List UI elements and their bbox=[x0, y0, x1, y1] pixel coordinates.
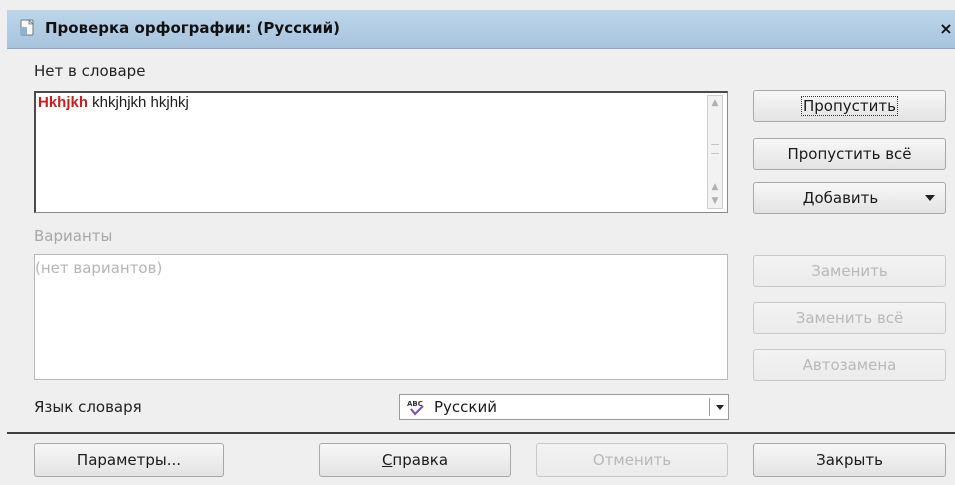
dictionary-language-label: Язык словаря bbox=[34, 398, 142, 416]
scroll-thumb[interactable] bbox=[711, 144, 719, 154]
dialog-title: Проверка орфографии: (Русский) bbox=[45, 19, 341, 37]
replace-button[interactable]: Заменить bbox=[753, 255, 946, 287]
add-button[interactable]: Добавить bbox=[753, 182, 946, 214]
language-select[interactable]: ABC Русский bbox=[399, 394, 729, 420]
scroll-up-icon[interactable]: ▲ bbox=[708, 96, 722, 110]
options-button[interactable]: Параметры... bbox=[34, 443, 224, 477]
help-rest: правка bbox=[392, 451, 449, 469]
close-label: Закрыть bbox=[816, 451, 883, 469]
help-mnemonic: С bbox=[381, 451, 393, 469]
ignore-all-label: Пропустить всё bbox=[787, 145, 912, 163]
not-in-dictionary-label: Нет в словаре bbox=[34, 62, 146, 80]
ignore-button[interactable]: Пропустить bbox=[753, 90, 946, 122]
ignore-all-button[interactable]: Пропустить всё bbox=[753, 138, 946, 170]
close-button[interactable]: Закрыть bbox=[753, 443, 946, 477]
textbox-scrollbar[interactable]: ▲ ▲ ▼ bbox=[707, 95, 723, 209]
chevron-down-icon bbox=[925, 195, 935, 201]
misspelled-word: Hkhjkh bbox=[38, 94, 89, 111]
not-in-dictionary-textbox[interactable]: Hkhjkh khkjhjkh hkjhkj ▲ ▲ ▼ bbox=[34, 91, 728, 213]
options-label: Параметры... bbox=[76, 451, 182, 469]
scroll-up-icon-2[interactable]: ▲ bbox=[708, 180, 722, 194]
sentence-rest: khkjhjkh hkjhkj bbox=[88, 94, 189, 111]
replace-all-button[interactable]: Заменить всё bbox=[753, 302, 946, 334]
combo-separator bbox=[709, 398, 710, 416]
suggestions-list[interactable]: (нет вариантов) bbox=[34, 254, 728, 380]
no-suggestions-text: (нет вариантов) bbox=[35, 259, 163, 277]
close-icon[interactable]: × bbox=[937, 18, 955, 40]
footer-divider bbox=[7, 432, 955, 434]
add-label: Добавить bbox=[802, 189, 879, 207]
replace-all-label: Заменить всё bbox=[795, 309, 904, 327]
language-value: Русский bbox=[434, 398, 497, 416]
ignore-button-label: Пропустить bbox=[801, 96, 898, 116]
app-icon bbox=[20, 19, 34, 36]
undo-button[interactable]: Отменить bbox=[536, 443, 728, 477]
replace-label: Заменить bbox=[811, 262, 888, 280]
scroll-down-icon[interactable]: ▼ bbox=[708, 194, 722, 208]
title-bar[interactable]: Проверка орфографии: (Русский) × bbox=[7, 10, 955, 49]
sentence-text: Hkhjkh khkjhjkh hkjhkj bbox=[38, 94, 189, 111]
suggestions-label: Варианты bbox=[34, 227, 113, 245]
help-label: Справка bbox=[382, 451, 448, 469]
abc-spellcheck-icon: ABC bbox=[407, 400, 424, 416]
autocorrect-label: Автозамена bbox=[802, 356, 897, 374]
undo-label: Отменить bbox=[592, 451, 672, 469]
chevron-down-icon[interactable] bbox=[716, 405, 724, 410]
help-button[interactable]: Справка bbox=[319, 443, 511, 477]
spellcheck-dialog: Проверка орфографии: (Русский) × Нет в с… bbox=[0, 0, 955, 485]
svg-text:ABC: ABC bbox=[407, 400, 423, 408]
autocorrect-button[interactable]: Автозамена bbox=[753, 349, 946, 381]
